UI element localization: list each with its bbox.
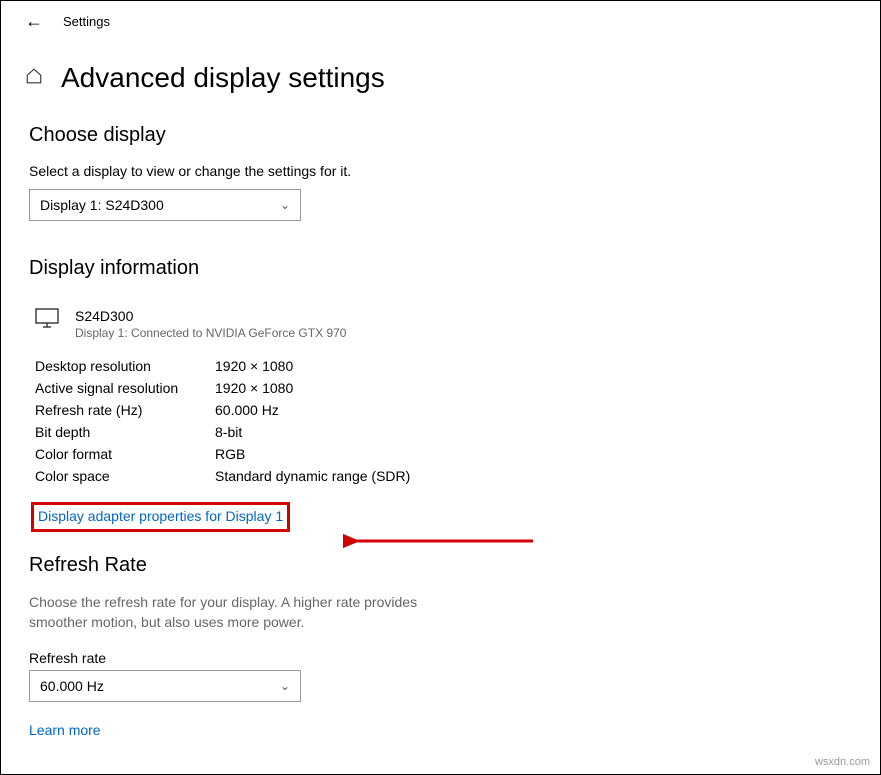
info-label: Color space [35, 468, 215, 484]
display-adapter-link[interactable]: Display adapter properties for Display 1 [38, 508, 283, 524]
display-select-value: Display 1: S24D300 [40, 197, 164, 213]
info-value: 60.000 Hz [215, 402, 279, 418]
learn-more-link[interactable]: Learn more [29, 722, 101, 738]
table-row: Bit depth 8-bit [35, 424, 852, 440]
choose-display-subtext: Select a display to view or change the s… [29, 163, 852, 179]
info-value: RGB [215, 446, 245, 462]
info-label: Desktop resolution [35, 358, 215, 374]
page-title: Advanced display settings [61, 62, 385, 94]
refresh-rate-label: Refresh rate [29, 650, 852, 666]
home-icon[interactable] [25, 67, 43, 90]
refresh-rate-value: 60.000 Hz [40, 678, 104, 694]
chevron-down-icon: ⌄ [280, 679, 290, 693]
watermark: wsxdn.com [815, 756, 870, 768]
highlight-box: Display adapter properties for Display 1 [31, 502, 290, 532]
table-row: Color format RGB [35, 446, 852, 462]
table-row: Active signal resolution 1920 × 1080 [35, 380, 852, 396]
info-value: Standard dynamic range (SDR) [215, 468, 410, 484]
info-label: Refresh rate (Hz) [35, 402, 215, 418]
monitor-icon [35, 308, 59, 333]
info-label: Active signal resolution [35, 380, 215, 396]
chevron-down-icon: ⌄ [280, 198, 290, 212]
info-label: Color format [35, 446, 215, 462]
table-row: Color space Standard dynamic range (SDR) [35, 468, 852, 484]
window-title: Settings [63, 14, 110, 29]
display-info-table: Desktop resolution 1920 × 1080 Active si… [35, 358, 852, 484]
table-row: Desktop resolution 1920 × 1080 [35, 358, 852, 374]
display-select-dropdown[interactable]: Display 1: S24D300 ⌄ [29, 189, 301, 221]
refresh-rate-desc: Choose the refresh rate for your display… [29, 593, 469, 632]
monitor-connection: Display 1: Connected to NVIDIA GeForce G… [75, 326, 346, 340]
info-value: 8-bit [215, 424, 242, 440]
table-row: Refresh rate (Hz) 60.000 Hz [35, 402, 852, 418]
refresh-rate-dropdown[interactable]: 60.000 Hz ⌄ [29, 670, 301, 702]
monitor-name: S24D300 [75, 308, 346, 324]
info-value: 1920 × 1080 [215, 358, 293, 374]
choose-display-heading: Choose display [29, 124, 852, 147]
back-icon[interactable]: ← [25, 11, 43, 32]
display-info-heading: Display information [29, 257, 852, 280]
annotation-arrow-icon [343, 529, 543, 558]
info-value: 1920 × 1080 [215, 380, 293, 396]
info-label: Bit depth [35, 424, 215, 440]
